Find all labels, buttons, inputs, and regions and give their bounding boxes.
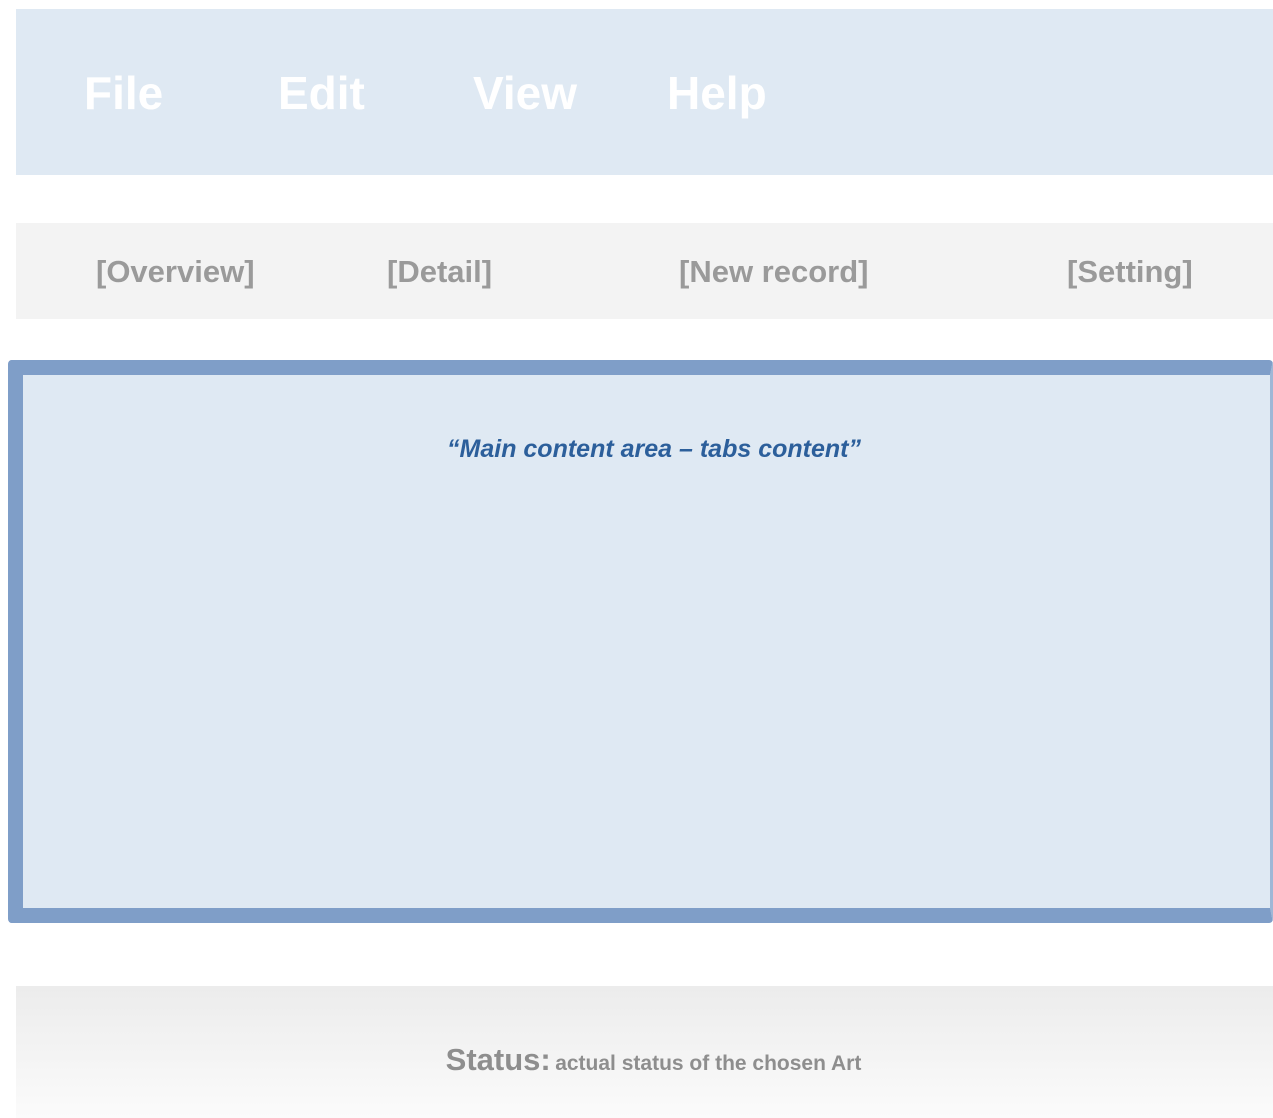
tab-new-record[interactable]: [New record] bbox=[679, 223, 868, 319]
menu-bar: File Edit View Help bbox=[16, 9, 1273, 175]
status-line: Status: actual status of the chosen Art bbox=[16, 1042, 1273, 1078]
main-content-area: “Main content area – tabs content” bbox=[8, 360, 1273, 923]
menu-edit[interactable]: Edit bbox=[278, 9, 365, 175]
tab-setting[interactable]: [Setting] bbox=[1067, 223, 1193, 319]
status-value: actual status of the chosen Art bbox=[555, 1052, 862, 1075]
tab-bar: [Overview] [Detail] [New record] [Settin… bbox=[16, 223, 1273, 319]
menu-help[interactable]: Help bbox=[667, 9, 767, 175]
status-bar: Status: actual status of the chosen Art bbox=[16, 986, 1273, 1118]
menu-file[interactable]: File bbox=[84, 9, 163, 175]
content-placeholder-text: “Main content area – tabs content” bbox=[447, 435, 861, 463]
tab-overview[interactable]: [Overview] bbox=[96, 223, 255, 319]
tab-detail[interactable]: [Detail] bbox=[387, 223, 492, 319]
status-label: Status: bbox=[445, 1042, 551, 1077]
menu-view[interactable]: View bbox=[473, 9, 577, 175]
